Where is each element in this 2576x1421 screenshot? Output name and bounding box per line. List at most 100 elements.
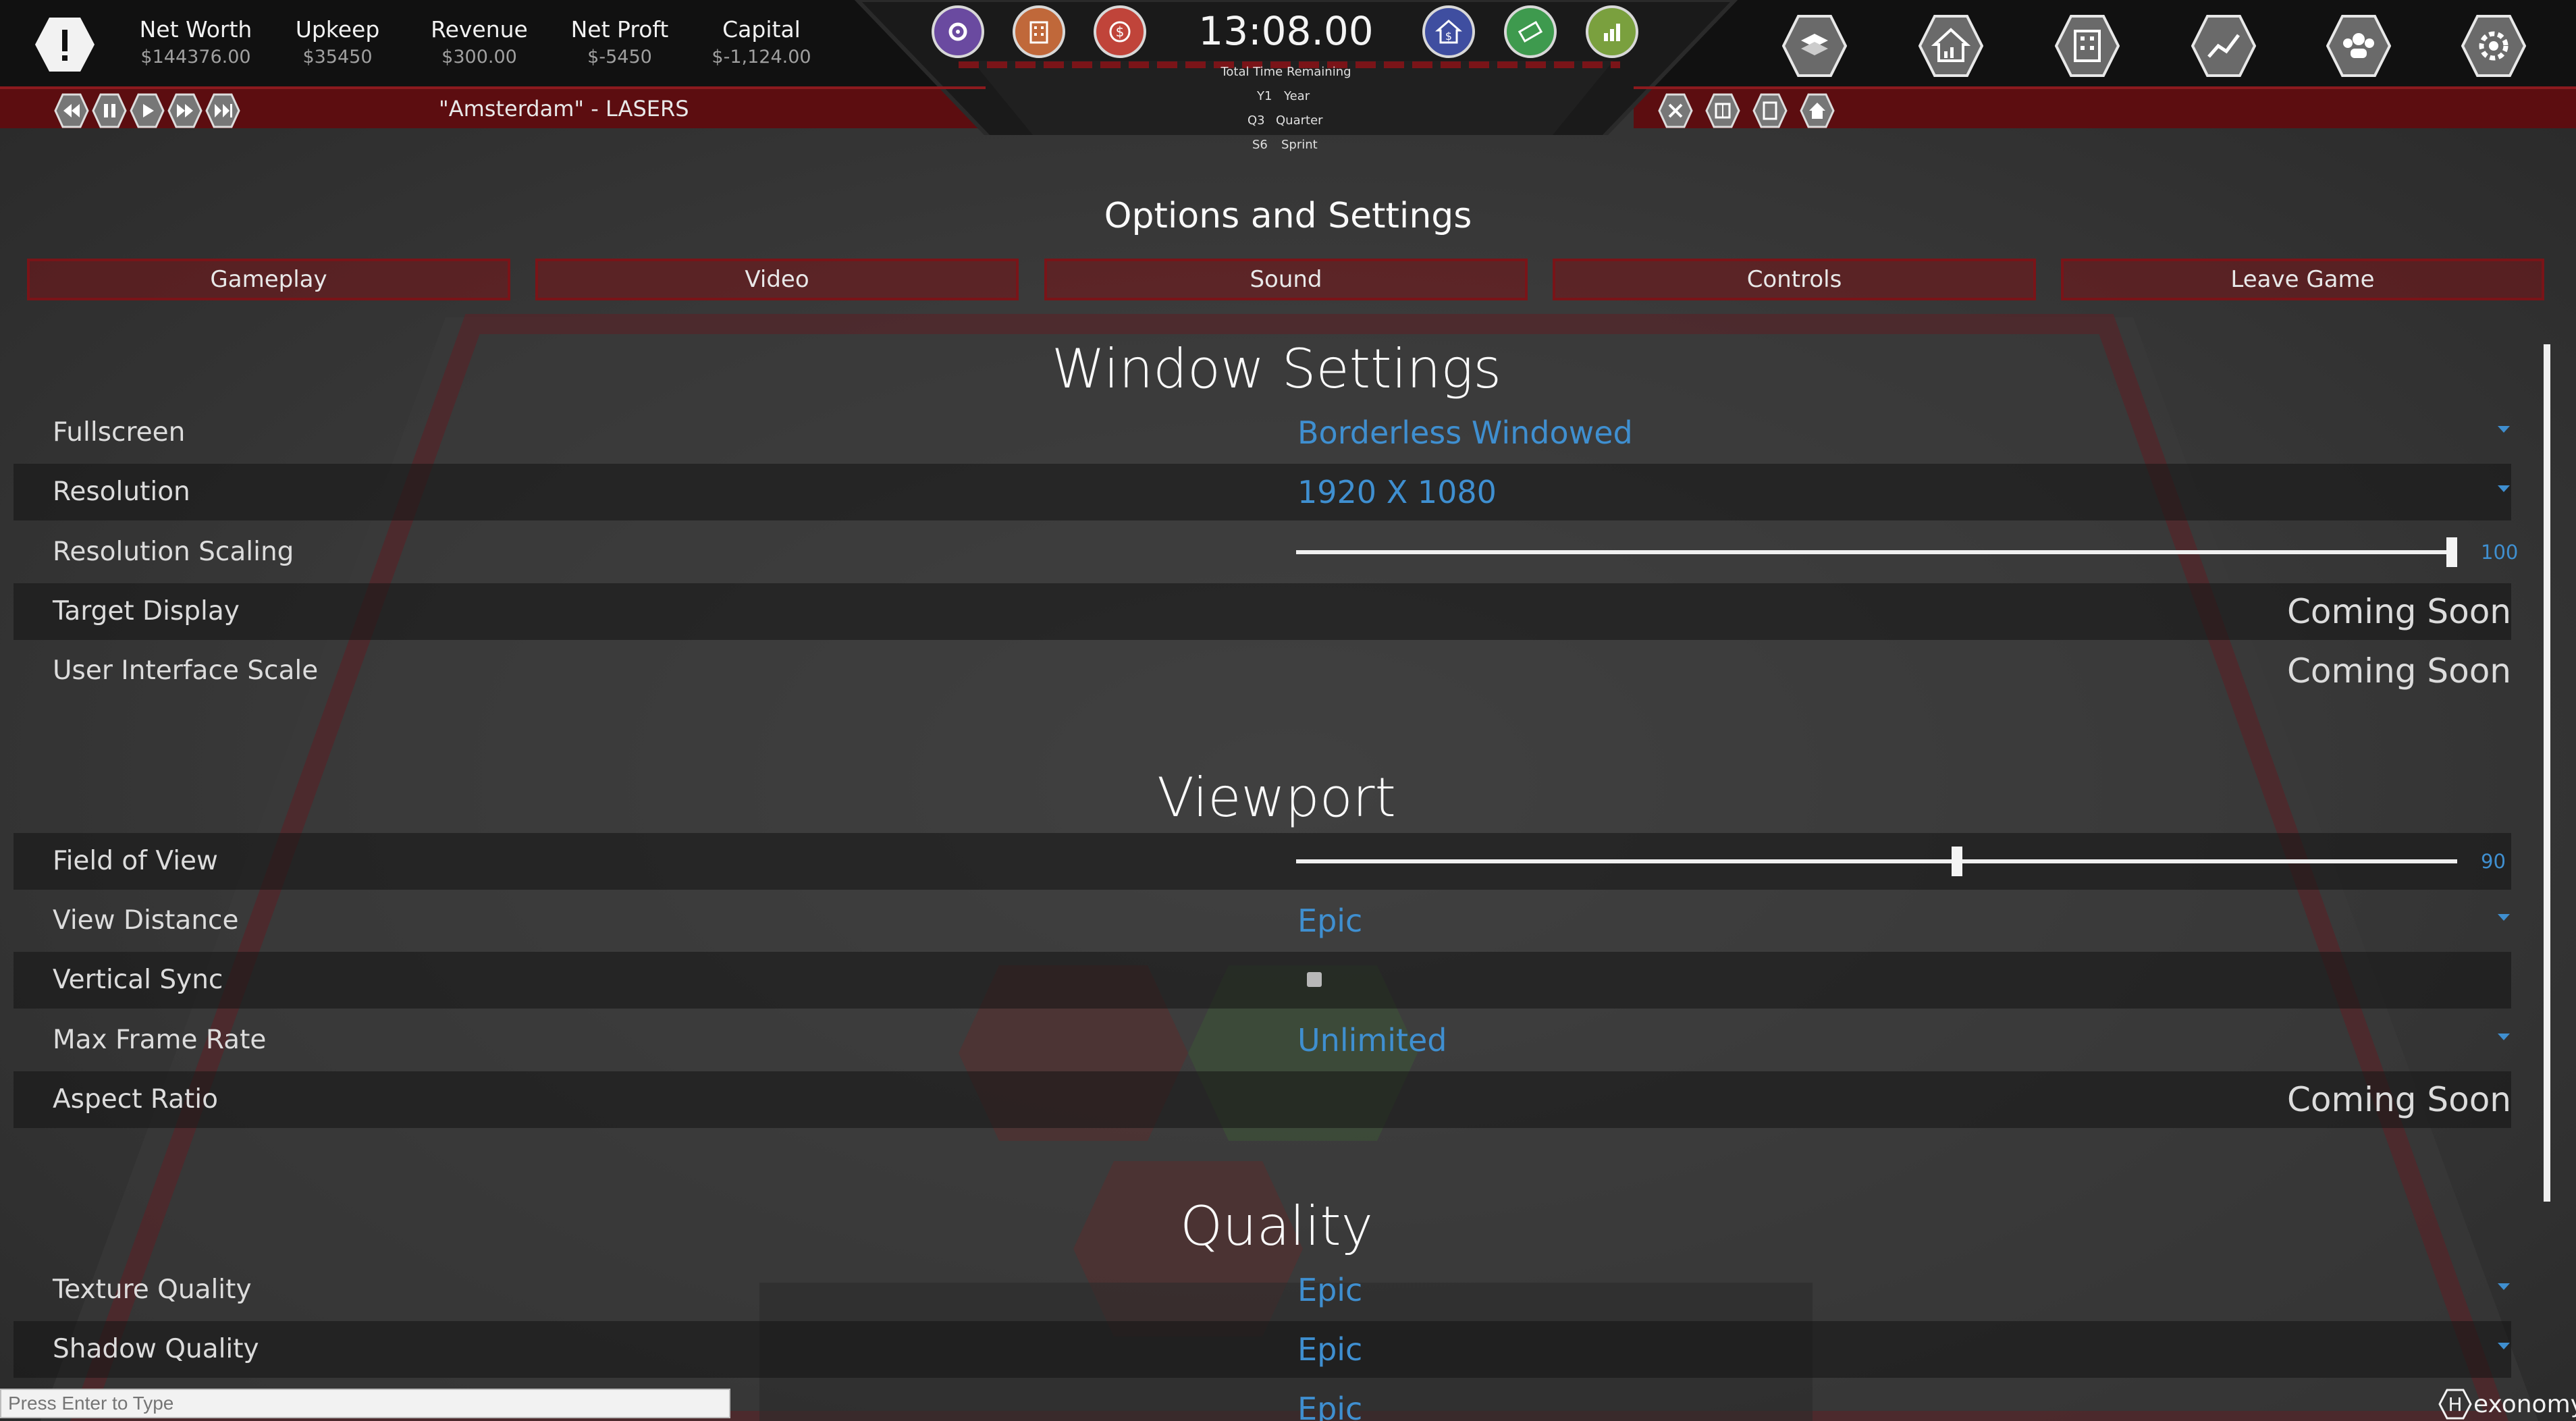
office-icon[interactable] (2055, 14, 2120, 78)
setting-row-view-distance[interactable]: View Distance Epic (14, 892, 2511, 949)
tab-video[interactable]: Video (535, 259, 1019, 300)
tab-gameplay[interactable]: Gameplay (27, 259, 510, 300)
chevron-down-icon[interactable] (2498, 1343, 2510, 1349)
scrollbar[interactable] (2544, 344, 2550, 1202)
skip-icon[interactable] (205, 93, 240, 128)
coming-soon-text: Coming Soon (2286, 1080, 2511, 1119)
texture-quality-dropdown[interactable]: Epic (1297, 1262, 1362, 1318)
section-title-quality: Quality (1180, 1195, 1373, 1258)
setting-label: Aspect Ratio (53, 1084, 219, 1115)
game-clock: 13:08.00 (1198, 8, 1374, 54)
setting-label: Fullscreen (53, 417, 186, 448)
dollar-icon[interactable]: $ (1094, 5, 1146, 58)
stat-upkeep: Upkeep $35450 (263, 15, 412, 70)
gear-icon[interactable] (932, 5, 984, 58)
slider-value: 90 (2481, 850, 2506, 873)
setting-row-max-frame-rate[interactable]: Max Frame Rate Unlimited (14, 1012, 2511, 1069)
play-icon[interactable] (130, 93, 165, 128)
setting-row-texture-quality[interactable]: Texture Quality Epic (14, 1262, 2511, 1318)
chevron-down-icon[interactable] (2498, 485, 2510, 492)
partial-dropdown-value[interactable]: Epic (1297, 1380, 1362, 1421)
stat-value: $144376.00 (140, 47, 251, 68)
building-small-icon[interactable] (1752, 93, 1788, 128)
rewind-icon[interactable] (54, 93, 89, 128)
setting-label: Texture Quality (53, 1275, 252, 1305)
section-title-viewport: Viewport (1157, 766, 1396, 829)
home-icon[interactable] (1800, 93, 1835, 128)
setting-label: Field of View (53, 846, 218, 876)
stat-value: $300.00 (441, 47, 517, 68)
setting-label: Resolution Scaling (53, 537, 294, 567)
brand-letter: H (2448, 1393, 2462, 1416)
chevron-down-icon[interactable] (2498, 1034, 2510, 1040)
chevron-down-icon[interactable] (2498, 1283, 2510, 1290)
money-icon[interactable] (1504, 5, 1557, 58)
year-code: Y1 (1257, 89, 1272, 103)
coming-soon-text: Coming Soon (2286, 651, 2511, 691)
stat-label: Net Proft (570, 16, 669, 43)
slider-value: 100 (2481, 541, 2519, 564)
setting-row-shadow-quality[interactable]: Shadow Quality Epic (14, 1321, 2511, 1378)
setting-label: View Distance (53, 905, 239, 936)
building-icon[interactable] (1013, 5, 1065, 58)
house-dollar-icon[interactable]: $ (1422, 5, 1475, 58)
setting-label: Vertical Sync (53, 965, 223, 995)
setting-label: Shadow Quality (53, 1334, 259, 1364)
year-label: Year (1284, 89, 1310, 103)
chat-input[interactable] (1, 1390, 729, 1417)
growth-icon[interactable] (1586, 5, 1638, 58)
tab-sound[interactable]: Sound (1044, 259, 1528, 300)
close-icon[interactable] (1658, 93, 1693, 128)
fast-forward-icon[interactable] (167, 93, 203, 128)
top-hud-bar: Net Worth $144376.00 Upkeep $35450 Reven… (0, 0, 2576, 152)
stat-label: Net Worth (139, 16, 252, 43)
setting-row-resolution[interactable]: Resolution 1920 X 1080 (14, 464, 2511, 520)
quarter-code: Q3 (1247, 113, 1265, 128)
max-frame-rate-dropdown[interactable]: Unlimited (1297, 1012, 1447, 1069)
view-distance-dropdown[interactable]: Epic (1297, 892, 1362, 949)
map-icon[interactable] (1782, 14, 1847, 78)
people-icon[interactable] (2326, 14, 2391, 78)
setting-row-fullscreen[interactable]: Fullscreen Borderless Windowed (14, 404, 2511, 461)
resolution-dropdown[interactable]: 1920 X 1080 (1297, 464, 1497, 520)
svg-text:$: $ (1445, 30, 1452, 43)
setting-label: User Interface Scale (53, 655, 319, 686)
quarter-label: Quarter (1276, 113, 1323, 128)
stat-label: Revenue (431, 16, 528, 43)
setting-label: Resolution (53, 477, 190, 507)
chat-input-box[interactable] (0, 1389, 730, 1418)
chevron-down-icon[interactable] (2498, 914, 2510, 921)
setting-row-field-of-view: Field of View 90 (14, 833, 2511, 890)
svg-text:$: $ (1116, 24, 1125, 40)
stat-value: $35450 (302, 47, 373, 68)
settings-gear-icon[interactable] (2461, 14, 2526, 78)
setting-row-ui-scale: User Interface Scale Coming Soon (14, 643, 2511, 699)
stat-revenue: Revenue $300.00 (405, 15, 554, 70)
pause-icon[interactable] (92, 93, 127, 128)
chevron-down-icon[interactable] (2498, 426, 2510, 433)
hexagon-logo-icon: H (2438, 1389, 2472, 1420)
stat-value: $-5450 (587, 47, 652, 68)
vsync-checkbox[interactable] (1307, 972, 1322, 987)
fov-slider[interactable] (1296, 859, 2457, 863)
trend-icon[interactable] (2191, 14, 2256, 78)
slider-handle[interactable] (1952, 847, 1963, 876)
setting-row-target-display: Target Display Coming Soon (14, 583, 2511, 640)
tab-leave-game[interactable]: Leave Game (2061, 259, 2544, 300)
grid-icon[interactable] (1705, 93, 1740, 128)
options-title: Options and Settings (1104, 196, 1472, 236)
house-chart-icon[interactable] (1918, 14, 1983, 78)
setting-label: Target Display (53, 596, 240, 626)
section-title-window: Window Settings (1051, 338, 1502, 400)
tab-controls[interactable]: Controls (1553, 259, 2036, 300)
stat-label: Upkeep (295, 16, 380, 43)
resolution-scaling-slider[interactable] (1296, 550, 2457, 554)
fullscreen-dropdown[interactable]: Borderless Windowed (1297, 404, 1633, 461)
stat-capital: Capital $-1,124.00 (687, 15, 836, 70)
stat-net-profit: Net Proft $-5450 (545, 15, 694, 70)
setting-row-aspect-ratio: Aspect Ratio Coming Soon (14, 1071, 2511, 1128)
warning-icon[interactable] (34, 16, 96, 73)
slider-handle[interactable] (2446, 537, 2457, 567)
shadow-quality-dropdown[interactable]: Epic (1297, 1321, 1362, 1378)
stat-net-worth: Net Worth $144376.00 (122, 15, 270, 70)
